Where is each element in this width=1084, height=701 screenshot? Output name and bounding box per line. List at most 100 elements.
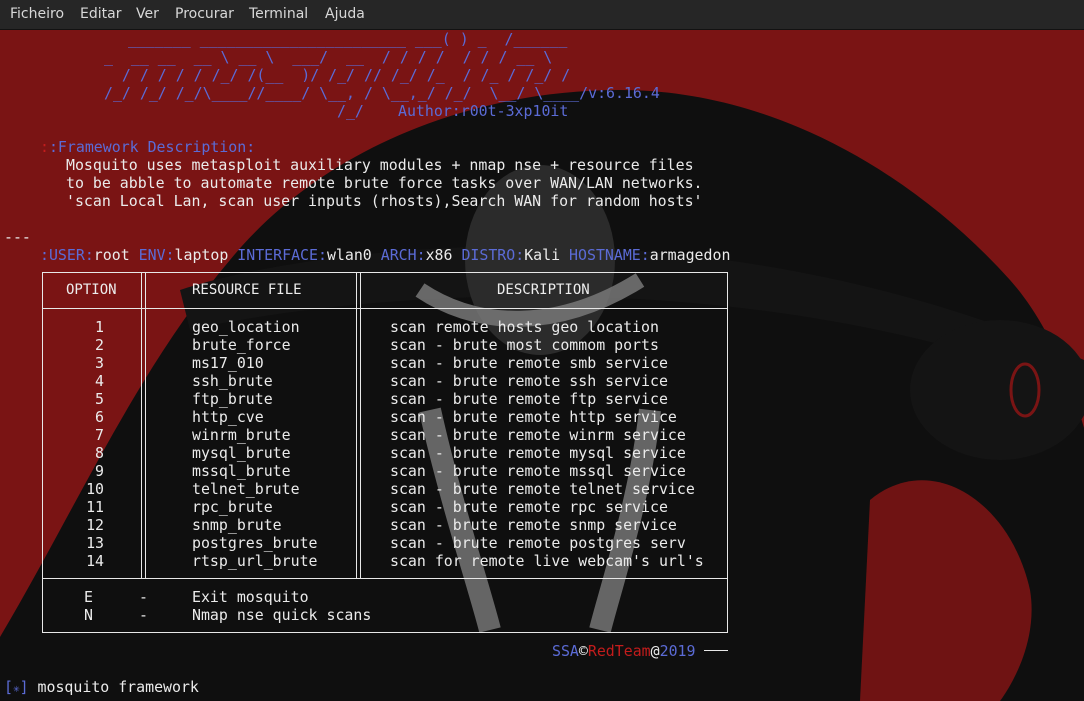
row-description: scan for remote live webcam's url's (390, 552, 704, 570)
row-option: 10 (86, 480, 104, 498)
footer-copy: © (578, 642, 588, 660)
extra-text-exit: Exit mosquito (192, 588, 309, 606)
row-description: scan - brute remote postgres serv (390, 534, 686, 552)
status-hostname-label: HOSTNAME: (569, 246, 650, 264)
row-option: 8 (95, 444, 104, 462)
prompt-star-icon: ✳ (12, 682, 20, 695)
row-option: 12 (86, 516, 104, 534)
row-resource-file: ms17_010 (192, 354, 264, 372)
header-option: OPTION (66, 282, 117, 298)
row-description: scan - brute remote snmp service (390, 516, 677, 534)
footer-team: RedTeam (587, 642, 651, 660)
row-description: scan - brute remote mssql service (390, 462, 686, 480)
status-env: laptop (174, 246, 229, 264)
row-resource-file: geo_location (192, 318, 300, 336)
table-left-border (42, 272, 43, 633)
row-resource-file: rpc_brute (192, 498, 273, 516)
footer-at: @ (650, 642, 660, 660)
description-line-1: Mosquito uses metasploit auxiliary modul… (66, 156, 694, 174)
row-description: scan - brute most commom ports (390, 336, 659, 354)
banner-author: Author:r00t-3xp10it (398, 102, 569, 120)
menu-ver[interactable]: Ver (136, 6, 159, 22)
menu-ficheiro[interactable]: Ficheiro (10, 6, 64, 22)
row-option: 4 (95, 372, 104, 390)
footer-credit: SSA©RedTeam@2019 (552, 642, 695, 660)
menu-ajuda[interactable]: Ajuda (325, 6, 365, 22)
prompt-bracket-close: ] (19, 678, 29, 696)
row-description: scan - brute remote telnet service (390, 480, 695, 498)
row-resource-file: rtsp_url_brute (192, 552, 318, 570)
table-col-divider-3 (356, 272, 357, 579)
row-option: 9 (95, 462, 104, 480)
row-option: 7 (95, 426, 104, 444)
row-description: scan - brute remote ftp service (390, 390, 668, 408)
prompt-text: mosquito framework (37, 678, 199, 696)
status-arch-label: ARCH: (380, 246, 426, 264)
table-col-divider-4 (360, 272, 361, 579)
row-option: 6 (95, 408, 104, 426)
extra-dash-e: - (139, 588, 148, 606)
command-prompt[interactable]: [✳] mosquito framework (4, 678, 199, 698)
row-resource-file: ssh_brute (192, 372, 273, 390)
description-line-2: to be abble to automate remote brute for… (66, 174, 703, 192)
row-resource-file: snmp_brute (192, 516, 282, 534)
status-line: :USER:root ENV:laptop INTERFACE:wlan0 AR… (40, 246, 730, 264)
status-distro: Kali (524, 246, 561, 264)
row-option: 2 (95, 336, 104, 354)
row-option: 11 (86, 498, 104, 516)
table-right-border (727, 272, 728, 633)
footer-year: 2019 (659, 642, 696, 660)
extra-dash-n: - (139, 606, 148, 624)
header-resource-file: RESOURCE FILE (192, 282, 302, 298)
row-description: scan - brute remote mysql service (390, 444, 686, 462)
header-description: DESCRIPTION (497, 282, 590, 298)
footer-ssa: SSA (552, 642, 579, 660)
menu-editar[interactable]: Editar (80, 6, 121, 22)
prompt-bracket-open: [ (4, 678, 13, 696)
row-option: 13 (86, 534, 104, 552)
status-hostname: armagedon (649, 246, 731, 264)
status-iface: wlan0 (326, 246, 372, 264)
row-option: 14 (86, 552, 104, 570)
table-col-divider-1 (141, 272, 142, 579)
row-resource-file: http_cve (192, 408, 264, 426)
row-description: scan remote hosts geo location (390, 318, 659, 336)
status-env-label: ENV: (138, 246, 175, 264)
table-col-divider-2 (145, 272, 146, 579)
row-resource-file: brute_force (192, 336, 291, 354)
menu-bar: Ficheiro Editar Ver Procurar Terminal Aj… (0, 0, 1084, 30)
banner-line-4: /_/ /_/ /_/\____//____/ \__, / \__,_/ /_… (104, 84, 660, 102)
banner-line-1: _______ _______________________ ___( ) _… (128, 30, 568, 48)
menu-procurar[interactable]: Procurar (175, 6, 234, 22)
row-option: 5 (95, 390, 104, 408)
row-description: scan - brute remote http service (390, 408, 677, 426)
status-user: root (93, 246, 130, 264)
row-description: scan - brute remote ssh service (390, 372, 668, 390)
row-description: scan - brute remote winrm service (390, 426, 686, 444)
row-option: 3 (95, 354, 104, 372)
row-resource-file: winrm_brute (192, 426, 291, 444)
row-resource-file: mssql_brute (192, 462, 291, 480)
table-bottom-border (42, 632, 728, 633)
status-arch: x86 (425, 246, 453, 264)
extra-text-nmap: Nmap nse quick scans (192, 606, 372, 624)
menu-terminal[interactable]: Terminal (249, 6, 308, 22)
description-line-3: 'scan Local Lan, scan user inputs (rhost… (66, 192, 703, 210)
terminal-output[interactable]: _______ _______________________ ___( ) _… (0, 30, 1084, 701)
row-option: 1 (95, 318, 104, 336)
row-resource-file: postgres_brute (192, 534, 318, 552)
extra-key-e: E (84, 588, 93, 606)
status-distro-label: DISTRO: (461, 246, 525, 264)
row-description: scan - brute remote rpc service (390, 498, 668, 516)
footer-rule (704, 650, 728, 651)
banner-line-2: _ __ __ __ \ __ \ ___/ __ / / / / / / / … (104, 48, 553, 66)
description-label: ::Framework Description: (40, 138, 256, 156)
row-description: scan - brute remote smb service (390, 354, 668, 372)
extra-key-n: N (84, 606, 93, 624)
banner-line-3: / / / / / /_/ /(__ )/ /_/ // /_/ /_ / /_… (104, 66, 571, 84)
status-iface-label: INTERFACE: (237, 246, 327, 264)
row-resource-file: ftp_brute (192, 390, 273, 408)
description-label-text: :Framework Description: (48, 138, 256, 156)
status-user-label: :USER: (40, 246, 94, 264)
row-resource-file: telnet_brute (192, 480, 300, 498)
